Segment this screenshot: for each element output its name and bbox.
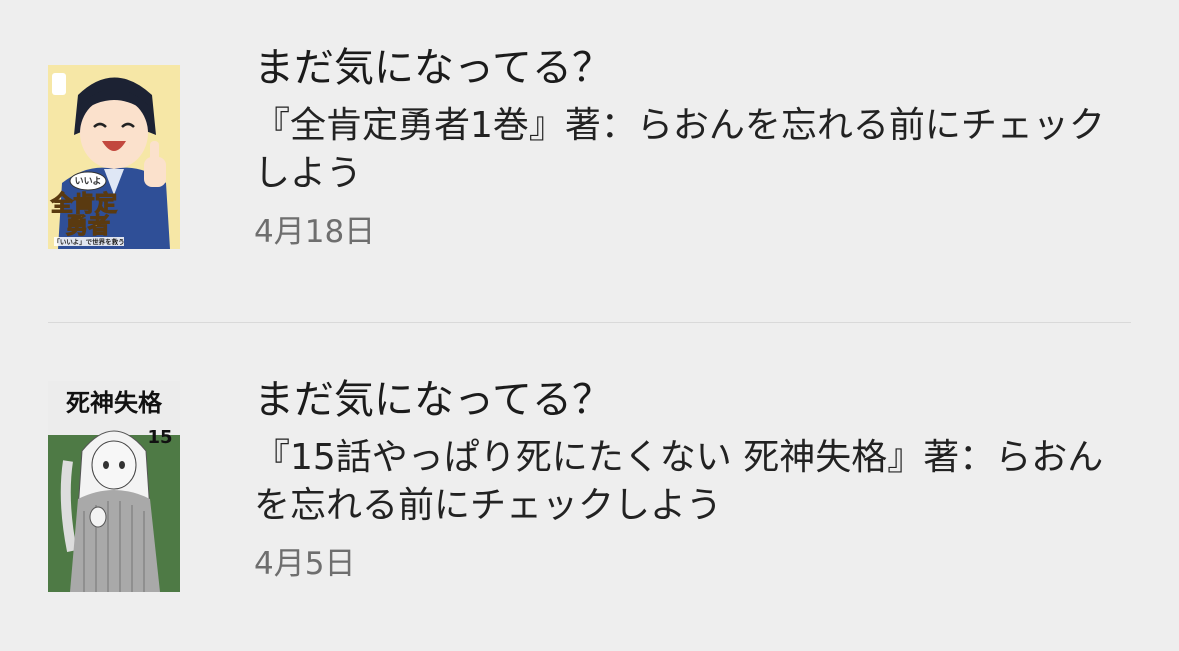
cover-title-line2: 勇者 (66, 214, 110, 239)
cover-image-shinigami-shikkaku: 死神失格 15 (48, 381, 180, 592)
notification-body: 『15話やっぱり死にたくない 死神失格』著：らおんを忘れる前にチェックしよう (254, 437, 1104, 526)
cover-number: 15 (147, 427, 172, 448)
notification-title: まだ気になってる？ (254, 45, 612, 91)
notification-text: まだ気になってる？ 『15話やっぱり死にたくない 死神失格』著：らおんを忘れる前… (254, 372, 1134, 584)
cover-thumbnail[interactable]: いいよ 全肯定 勇者 「いいよ」で世界を救う (48, 65, 180, 249)
notification-list: いいよ 全肯定 勇者 「いいよ」で世界を救う まだ気になってる？ 『全肯定勇者1… (0, 0, 1179, 651)
notification-item[interactable]: いいよ 全肯定 勇者 「いいよ」で世界を救う まだ気になってる？ 『全肯定勇者1… (0, 0, 1179, 322)
notification-item[interactable]: 死神失格 15 まだ気になってる？ 『15話やっぱり死にたくない 死神失格』著：… (0, 323, 1179, 651)
cover-speech: いいよ (75, 176, 102, 187)
notification-date: 4月18日 (254, 214, 376, 250)
cover-image-zenkoutei: いいよ 全肯定 勇者 「いいよ」で世界を救う (48, 65, 180, 249)
notification-text: まだ気になってる？ 『全肯定勇者1巻』著：らおんを忘れる前にチェックしよう 4月… (254, 40, 1134, 252)
notification-date: 4月5日 (254, 546, 356, 582)
cover-caption: 「いいよ」で世界を救う (53, 237, 124, 246)
notification-body: 『全肯定勇者1巻』著：らおんを忘れる前にチェックしよう (254, 105, 1105, 194)
notification-title: まだ気になってる？ (254, 377, 612, 423)
cover-title: 死神失格 (66, 389, 163, 417)
cover-thumbnail[interactable]: 死神失格 15 (48, 381, 180, 592)
